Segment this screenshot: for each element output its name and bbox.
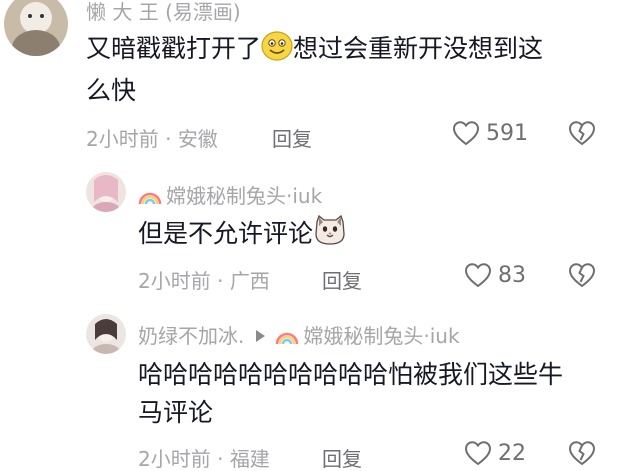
like-button[interactable]: 22 bbox=[464, 440, 526, 466]
dislike-button[interactable] bbox=[568, 120, 596, 150]
like-count: 591 bbox=[486, 120, 528, 146]
broken-heart-icon bbox=[568, 121, 596, 146]
comment-2: 嫦娥秘制兔头·iuk 但是不允许评论 2小时前 · 广西 回复 83 bbox=[0, 160, 640, 300]
avatar[interactable] bbox=[86, 172, 126, 212]
comment-time: 2小时前 bbox=[86, 127, 159, 151]
comment-time: 2小时前 bbox=[138, 269, 211, 293]
like-button[interactable]: 83 bbox=[464, 262, 526, 288]
comment-author[interactable]: 奶绿不加冰. 嫦娥秘制兔头·iuk bbox=[138, 320, 460, 351]
comment-time: 2小时前 bbox=[138, 447, 211, 471]
heart-icon bbox=[464, 441, 492, 466]
comment-location: 广西 bbox=[229, 269, 270, 293]
rainbow-icon bbox=[138, 186, 162, 211]
heart-icon bbox=[464, 263, 492, 288]
author-name: 嫦娥秘制兔头·iuk bbox=[166, 184, 323, 208]
like-button[interactable]: 591 bbox=[452, 120, 528, 146]
reply-to-name: 嫦娥秘制兔头·iuk bbox=[303, 324, 460, 348]
dislike-button[interactable] bbox=[568, 262, 596, 292]
broken-heart-icon bbox=[568, 441, 596, 466]
comment-3: 奶绿不加冰. 嫦娥秘制兔头·iuk 哈哈哈哈哈哈哈哈哈哈怕被我们这些牛 马评论 2小… bbox=[0, 300, 640, 471]
rainbow-icon bbox=[275, 326, 299, 351]
reply-button[interactable]: 回复 bbox=[322, 443, 362, 471]
avatar[interactable] bbox=[86, 314, 126, 354]
like-count: 83 bbox=[498, 262, 526, 288]
reply-arrow-icon bbox=[256, 330, 266, 342]
comment-meta: 2小时前 · 安徽 bbox=[86, 123, 218, 152]
comment-text-part: 想过会重新开没想到这 bbox=[293, 34, 544, 63]
comment-location: 福建 bbox=[229, 447, 270, 471]
cat-emoji-icon bbox=[313, 214, 347, 257]
reply-button[interactable]: 回复 bbox=[322, 265, 362, 294]
comment-text: 哈哈哈哈哈哈哈哈哈哈怕被我们这些牛 马评论 bbox=[138, 356, 618, 432]
smile-emoji-icon bbox=[261, 31, 293, 72]
comment-text-part: 么快 bbox=[86, 76, 137, 105]
comment-text-part: 又暗戳戳打开了 bbox=[86, 34, 262, 63]
comment-author[interactable]: 懒 大 王 (易漂画) bbox=[86, 0, 241, 25]
comment-location: 安徽 bbox=[177, 127, 218, 151]
avatar[interactable] bbox=[4, 0, 68, 56]
dislike-button[interactable] bbox=[568, 440, 596, 470]
comment-text-part: 但是不允许评论 bbox=[138, 219, 314, 248]
comment-meta: 2小时前 · 广西 bbox=[138, 265, 270, 294]
comment-text-part: 马评论 bbox=[138, 398, 214, 427]
comment-text: 但是不允许评论 bbox=[138, 214, 608, 257]
comment-author[interactable]: 嫦娥秘制兔头·iuk bbox=[138, 180, 322, 211]
comment-meta: 2小时前 · 福建 bbox=[138, 443, 270, 471]
author-name: 奶绿不加冰. bbox=[138, 324, 245, 348]
meta-separator: · bbox=[158, 127, 178, 151]
comment-text: 又暗戳戳打开了 想过会重新开没想到这么快 bbox=[86, 30, 606, 110]
comment-text-part: 哈哈哈哈哈哈哈哈哈哈怕被我们这些牛 bbox=[138, 360, 564, 389]
meta-separator: · bbox=[210, 447, 230, 471]
broken-heart-icon bbox=[568, 263, 596, 288]
heart-icon bbox=[452, 121, 480, 146]
reply-button[interactable]: 回复 bbox=[272, 123, 312, 152]
meta-separator: · bbox=[210, 269, 230, 293]
comment-1: 懒 大 王 (易漂画) 又暗戳戳打开了 想过会重新开没想到这么快 2小时前 · 安… bbox=[0, 0, 640, 160]
like-count: 22 bbox=[498, 440, 526, 466]
